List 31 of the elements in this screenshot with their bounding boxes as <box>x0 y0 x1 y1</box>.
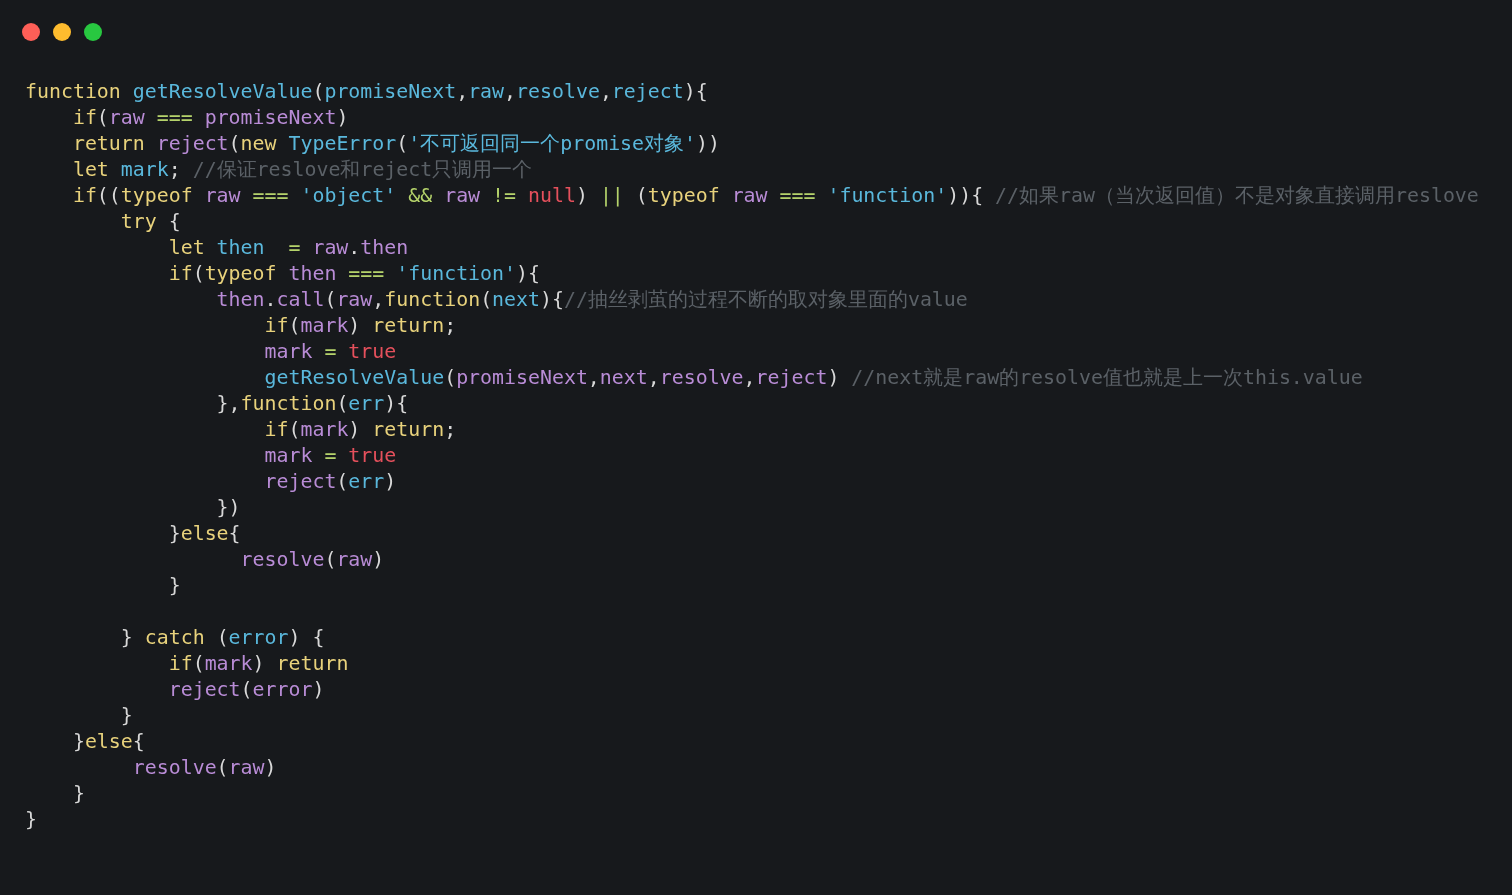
code-line: },function(err){ <box>215 391 409 417</box>
code-line: try { <box>119 209 181 235</box>
code-line: then.call(raw,function(next){//抽丝剥茧的过程不断的取对象里面的value <box>215 287 968 313</box>
window-control-dot <box>22 23 40 41</box>
code-line: return reject(new TypeError('不可返回同一个promise对象')) <box>71 131 720 157</box>
code-line: }) <box>215 495 241 521</box>
code-line: if(mark) return; <box>263 417 457 443</box>
code-line: resolve(raw) <box>131 755 277 781</box>
code-line: if(mark) return <box>167 651 349 677</box>
code-line: if((typeof raw === 'object' && raw != null) || (typeof raw === 'function')){ //如果raw（当次返回值）不是对象直接调用reslove <box>71 183 1479 209</box>
code-line: getResolveValue(promiseNext,next,resolve,reject) //next就是raw的resolve值也就是上一次this.value <box>263 365 1363 391</box>
code-line: if(raw === promiseNext) <box>71 105 349 131</box>
code-line: reject(error) <box>167 677 325 703</box>
code-line: mark = true <box>263 339 397 365</box>
code-line: } <box>119 703 133 729</box>
code-line: } <box>25 807 37 833</box>
code-line: resolve(raw) <box>239 547 385 573</box>
code-line: function getResolveValue(promiseNext,raw,resolve,reject){ <box>25 79 708 105</box>
code-line: } catch (error) { <box>119 625 325 651</box>
code-line: if(typeof then === 'function'){ <box>167 261 540 287</box>
code-line: }else{ <box>167 521 241 547</box>
code-line: let then = raw.then <box>167 235 409 261</box>
window-control-dot <box>84 23 102 41</box>
code-line: reject(err) <box>263 469 397 495</box>
code-line: if(mark) return; <box>263 313 457 339</box>
code-line: } <box>71 781 85 807</box>
code-line: }else{ <box>71 729 145 755</box>
window-control-dot <box>53 23 71 41</box>
code-line: let mark; //保证reslove和reject只调用一个 <box>71 157 533 183</box>
code-line: mark = true <box>263 443 397 469</box>
code-line: } <box>167 573 181 599</box>
